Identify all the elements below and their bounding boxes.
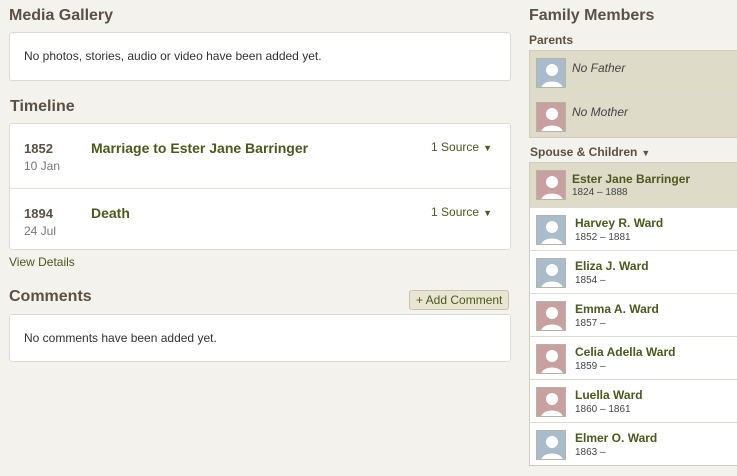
child-item[interactable]: Emma A. Ward 1857 – — [530, 293, 737, 336]
child-item[interactable]: Harvey R. Ward 1852 – 1881 — [530, 207, 737, 250]
timeline-day: 24 Jul — [24, 224, 57, 238]
spouse-children-label: Spouse & Children — [530, 145, 638, 159]
parent-name: No Father — [572, 61, 626, 75]
person-silhouette-icon — [536, 102, 566, 132]
person-lifespan: 1860 – 1861 — [575, 404, 631, 415]
person-silhouette-icon — [536, 387, 566, 417]
comments-empty-text: No comments have been added yet. — [24, 331, 217, 345]
person-name: Elmer O. Ward — [575, 431, 658, 445]
parent-mother[interactable]: No Mother — [530, 94, 737, 137]
person-lifespan: 1863 – — [575, 447, 606, 458]
parent-father[interactable]: No Father — [530, 51, 737, 94]
person-lifespan: 1859 – — [575, 361, 606, 372]
person-lifespan: 1857 – — [575, 318, 606, 329]
timeline-row: 1852 10 Jan Marriage to Ester Jane Barri… — [10, 124, 510, 188]
person-name: Emma A. Ward — [575, 302, 659, 316]
source-label: 1 Source — [431, 205, 480, 219]
timeline-row: 1894 24 Jul Death 1 Source ▼ — [10, 188, 510, 252]
person-name: Luella Ward — [575, 388, 643, 402]
media-gallery-panel: No photos, stories, audio or video have … — [9, 32, 511, 81]
child-item[interactable]: Eliza J. Ward 1854 – — [530, 250, 737, 293]
timeline-title: Timeline — [10, 98, 75, 115]
source-label: 1 Source — [431, 140, 480, 154]
spouse-children-dropdown[interactable]: Spouse & Children ▼ — [530, 145, 650, 159]
media-gallery-title: Media Gallery — [9, 7, 114, 24]
person-silhouette-icon — [536, 344, 566, 374]
child-item[interactable]: Celia Adella Ward 1859 – — [530, 336, 737, 379]
spouse-item[interactable]: Ester Jane Barringer 1824 – 1888 — [530, 163, 737, 207]
timeline-year: 1894 — [24, 206, 53, 221]
media-empty-text: No photos, stories, audio or video have … — [24, 49, 322, 63]
comments-panel: No comments have been added yet. — [9, 314, 511, 362]
comments-title: Comments — [9, 288, 92, 305]
source-dropdown[interactable]: 1 Source ▼ — [431, 140, 492, 154]
child-item[interactable]: Luella Ward 1860 – 1861 — [530, 379, 737, 422]
timeline-year: 1852 — [24, 141, 53, 156]
person-lifespan: 1824 – 1888 — [572, 187, 628, 198]
person-silhouette-icon — [536, 258, 566, 288]
view-details-link[interactable]: View Details — [9, 255, 75, 269]
person-silhouette-icon — [536, 430, 566, 460]
person-lifespan: 1852 – 1881 — [575, 232, 631, 243]
person-silhouette-icon — [536, 170, 566, 200]
person-name: Eliza J. Ward — [575, 259, 649, 273]
timeline-panel: 1852 10 Jan Marriage to Ester Jane Barri… — [9, 123, 511, 250]
add-comment-button[interactable]: + Add Comment — [409, 290, 510, 310]
child-item[interactable]: Elmer O. Ward 1863 – — [530, 422, 737, 465]
spouse-children-list: Ester Jane Barringer 1824 – 1888 Harvey … — [529, 162, 737, 466]
family-members-title: Family Members — [529, 7, 655, 24]
parents-list: No Father No Mother — [529, 50, 737, 138]
caret-down-icon: ▼ — [641, 148, 651, 158]
person-name: Harvey R. Ward — [575, 216, 664, 230]
parent-name: No Mother — [572, 105, 629, 119]
caret-down-icon: ▼ — [483, 208, 492, 218]
timeline-event-link[interactable]: Marriage to Ester Jane Barringer — [91, 140, 308, 156]
source-dropdown[interactable]: 1 Source ▼ — [431, 205, 492, 219]
person-silhouette-icon — [536, 301, 566, 331]
person-silhouette-icon — [536, 215, 566, 245]
caret-down-icon: ▼ — [483, 143, 492, 153]
person-name: Celia Adella Ward — [575, 345, 676, 359]
person-lifespan: 1854 – — [575, 275, 606, 286]
timeline-event-link[interactable]: Death — [91, 205, 130, 221]
person-name: Ester Jane Barringer — [572, 172, 691, 186]
timeline-day: 10 Jan — [24, 159, 61, 173]
parents-label: Parents — [529, 33, 574, 47]
person-silhouette-icon — [536, 58, 566, 88]
